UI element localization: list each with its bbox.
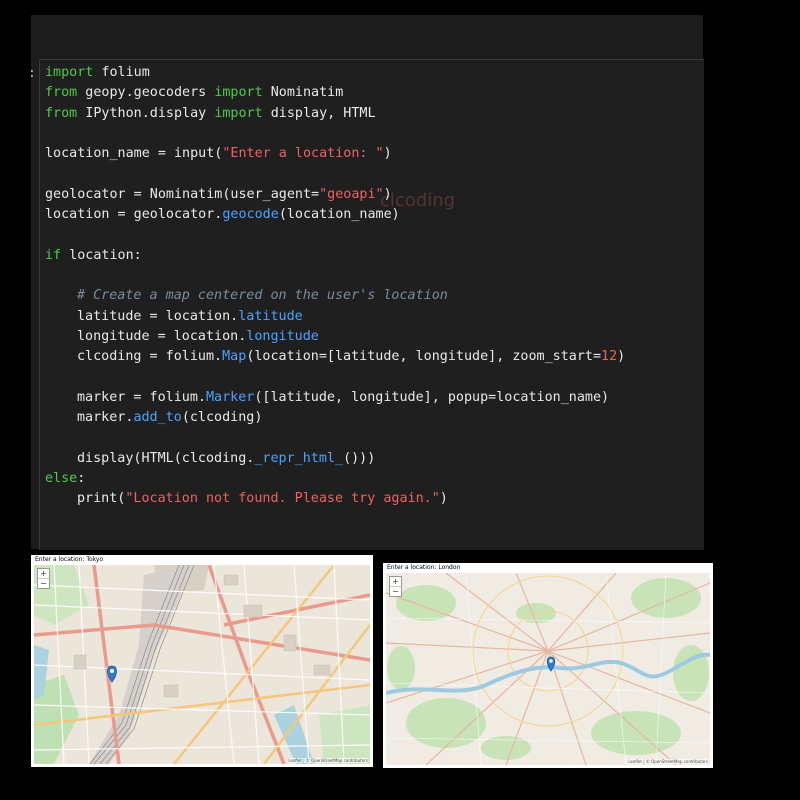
code-token: latitude (238, 308, 303, 324)
tokyo-map[interactable]: + − Leaflet | © OpenStreetMap contributo… (34, 565, 370, 764)
code-token: ([latitude, longitude], popup=location_n… (254, 389, 610, 405)
code-line[interactable]: longitude = location.longitude (45, 327, 625, 347)
code-token: (clcoding) (181, 410, 263, 426)
code-token: from (45, 85, 78, 101)
code-token: from (45, 105, 78, 121)
code-line[interactable] (45, 428, 625, 448)
code-token: Map (222, 349, 247, 365)
cell-prompt-marker: : (28, 66, 36, 81)
london-map-tiles (386, 573, 710, 765)
zoom-control[interactable]: + − (389, 576, 402, 597)
code-line[interactable]: # Create a map centered on the user's lo… (45, 286, 625, 306)
code-line[interactable]: else: (45, 469, 625, 489)
code-token: : (77, 470, 86, 486)
code-line[interactable] (45, 266, 625, 286)
code-token: geocode (222, 207, 279, 223)
code-line[interactable]: location = geolocator.geocode(location_n… (45, 205, 625, 225)
code-token: else (45, 470, 78, 486)
code-token: marker. (77, 410, 134, 426)
code-line[interactable] (45, 124, 625, 144)
code-token: (location_name) (278, 207, 400, 223)
code-token: ())) (343, 450, 376, 466)
code-token: ) (617, 349, 626, 365)
code-line[interactable]: marker = folium.Marker([latitude, longit… (45, 388, 625, 408)
code-token: "Location not found. Please try again." (125, 491, 440, 507)
code-line[interactable] (45, 225, 625, 245)
code-line[interactable]: print("Location not found. Please try ag… (45, 489, 625, 509)
code-token: geolocator = Nominatim(user_agent= (45, 186, 320, 202)
code-token: _repr_html_ (254, 450, 344, 466)
code-line[interactable]: location_name = input("Enter a location:… (45, 144, 625, 164)
london-input-prompt: Enter a location: London (387, 564, 461, 571)
london-map[interactable]: + − Leaflet | © OpenStreetMap contributo… (386, 573, 710, 765)
zoom-out-icon[interactable]: − (38, 578, 49, 588)
code-token: # Create a map centered on the user's lo… (77, 288, 448, 304)
code-token: if (45, 247, 62, 263)
code-token: "geoapi" (319, 186, 384, 202)
code-token: longitude (246, 328, 319, 344)
map-attribution[interactable]: Leaflet | © OpenStreetMap contributors (628, 759, 708, 764)
code-line[interactable] (45, 367, 625, 387)
code-token: import (214, 105, 263, 121)
code-token: Marker (206, 389, 255, 405)
code-token: Nominatim (262, 85, 344, 101)
code-line[interactable]: if location: (45, 246, 625, 266)
code-cell[interactable]: clcoding import folium from geopy.geocode… (39, 59, 704, 550)
map-attribution[interactable]: Leaflet | © OpenStreetMap contributors (288, 758, 368, 763)
code-line[interactable]: geolocator = Nominatim(user_agent="geoap… (45, 185, 625, 205)
code-token: longitude = location. (77, 328, 247, 344)
tokyo-map-tiles (34, 565, 370, 764)
code-token: clcoding = folium. (77, 349, 223, 365)
code-token: display(HTML(clcoding. (77, 450, 255, 466)
code-token: ) (383, 146, 392, 162)
code-token: geopy.geocoders (77, 85, 215, 101)
code-line[interactable]: latitude = location.latitude (45, 307, 625, 327)
code-token: (location=[latitude, longitude], zoom_st… (246, 349, 602, 365)
code-token: location: (61, 247, 142, 263)
zoom-in-icon[interactable]: + (38, 569, 49, 578)
code-token: marker = folium. (77, 389, 206, 405)
tokyo-map-output: Enter a location: Tokyo + − Leaflet | © … (31, 555, 373, 767)
code-token: "Enter a location: " (222, 146, 384, 162)
code-token: folium (93, 65, 150, 80)
code-line[interactable]: import folium (45, 63, 625, 83)
code-token: import (214, 85, 263, 101)
code-token: IPython.display (77, 105, 215, 121)
code-token: latitude = location. (77, 308, 239, 324)
code-token: 12 (601, 349, 618, 365)
code-line[interactable]: marker.add_to(clcoding) (45, 408, 625, 428)
zoom-in-icon[interactable]: + (390, 577, 401, 586)
code-token: print( (77, 491, 126, 507)
tokyo-input-prompt: Enter a location: Tokyo (35, 556, 104, 563)
london-map-output: Enter a location: London + − Leaflet | ©… (383, 563, 713, 768)
code-token: ) (383, 186, 392, 202)
code-token: location = geolocator. (45, 207, 223, 223)
code-token: location_name = input( (45, 146, 223, 162)
code-line[interactable]: clcoding = folium.Map(location=[latitude… (45, 347, 625, 367)
code-line[interactable]: display(HTML(clcoding._repr_html_())) (45, 449, 625, 469)
zoom-out-icon[interactable]: − (390, 586, 401, 596)
code-line[interactable] (45, 164, 625, 184)
code-token: display, HTML (262, 105, 376, 121)
code-editor[interactable]: import folium from geopy.geocoders import… (45, 63, 625, 510)
code-token: add_to (133, 410, 182, 426)
code-line[interactable]: from IPython.display import display, HTM… (45, 104, 625, 124)
code-token: import (45, 65, 94, 80)
zoom-control[interactable]: + − (37, 568, 50, 589)
code-token: ) (439, 491, 448, 507)
code-line[interactable]: from geopy.geocoders import Nominatim (45, 83, 625, 103)
